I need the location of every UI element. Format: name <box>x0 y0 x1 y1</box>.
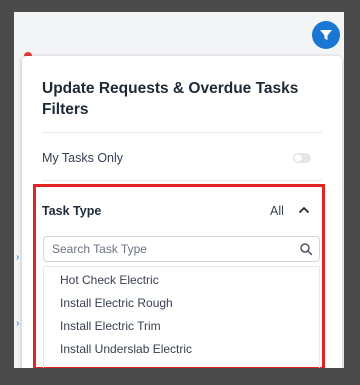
divider <box>42 132 322 133</box>
my-tasks-label: My Tasks Only <box>42 151 124 165</box>
chevron-up-icon[interactable] <box>297 203 311 217</box>
filter-button[interactable] <box>312 21 340 49</box>
search-icon <box>300 243 313 256</box>
background-link-mark: › <box>16 318 20 329</box>
background-link-mark: › <box>16 252 20 263</box>
task-type-option[interactable]: Install Underslab Electric <box>60 342 192 356</box>
task-type-selected: All <box>270 204 284 218</box>
filter-icon <box>320 30 332 40</box>
task-type-search-input[interactable] <box>52 241 282 257</box>
task-type-label: Task Type <box>42 204 102 218</box>
task-type-option[interactable]: Hot Check Electric <box>60 273 159 287</box>
my-tasks-toggle[interactable] <box>293 153 311 163</box>
toggle-knob <box>294 154 302 162</box>
task-type-option[interactable]: Install Electric Rough <box>60 296 173 310</box>
filters-panel: Update Requests & Overdue Tasks Filters … <box>22 56 342 368</box>
task-type-option[interactable]: Install Electric Trim <box>60 319 161 333</box>
panel-title: Update Requests & Overdue Tasks Filters <box>42 80 299 118</box>
divider <box>42 180 322 181</box>
task-type-options: Hot Check Electric Install Electric Roug… <box>43 266 320 368</box>
device-frame: › › Update Requests & Overdue Tasks Filt… <box>0 0 360 385</box>
task-type-search[interactable] <box>43 236 320 262</box>
screen: › › Update Requests & Overdue Tasks Filt… <box>14 12 344 368</box>
